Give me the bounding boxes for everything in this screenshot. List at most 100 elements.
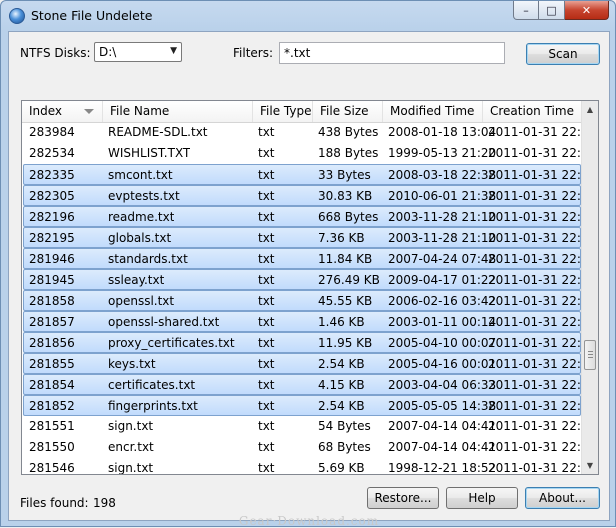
- cell-file-name: ssleay.txt: [108, 273, 165, 287]
- cell-file-name: sign.txt: [108, 461, 154, 475]
- cell-creation-time: 2011-01-31 22:57: [488, 273, 597, 287]
- disk-select[interactable]: D:\ ▼: [94, 42, 182, 62]
- cell-creation-time: 2011-01-31 22:57: [488, 419, 597, 433]
- table-row[interactable]: 281855 keys.txt txt 2.54 KB 2005-04-16 00:01…: [23, 353, 596, 374]
- cell-creation-time: 2011-01-31 22:57: [488, 231, 597, 245]
- restore-button[interactable]: Restore...: [367, 487, 439, 509]
- vertical-scrollbar[interactable]: ▲ ▼: [581, 101, 598, 474]
- cell-file-size: 188 Bytes: [318, 146, 379, 160]
- cell-file-type: txt: [258, 419, 275, 433]
- cell-modified-time: 2005-05-05 14:38: [388, 399, 497, 413]
- cell-creation-time: 2011-01-31 22:57: [488, 440, 597, 454]
- cell-modified-time: 2005-04-16 00:01: [388, 357, 497, 371]
- table-row[interactable]: 281854 certificates.txt txt 4.15 KB 2003-04-…: [23, 374, 596, 395]
- cell-modified-time: 2007-04-24 07:48: [388, 252, 497, 266]
- cell-file-size: 438 Bytes: [318, 125, 379, 139]
- main-panel: NTFS Disks: D:\ ▼ Filters: Scan Index Fi…: [8, 31, 610, 528]
- cell-creation-time: 2011-01-31 22:57: [488, 168, 597, 182]
- column-header-creation-time[interactable]: Creation Time: [483, 101, 582, 122]
- cell-index: 281855: [29, 357, 75, 371]
- cell-file-size: 5.69 KB: [318, 461, 365, 475]
- table-row[interactable]: 281858 openssl.txt txt 45.55 KB 2006-02-16 0…: [23, 290, 596, 311]
- minimize-icon: –: [523, 3, 529, 17]
- cell-file-size: 668 Bytes: [318, 210, 379, 224]
- cell-file-type: txt: [258, 315, 275, 329]
- cell-creation-time: 2011-01-31 22:57: [488, 252, 597, 266]
- cell-modified-time: 2008-03-18 22:38: [388, 168, 497, 182]
- table-row[interactable]: 281852 fingerprints.txt txt 2.54 KB 2005-05-…: [23, 395, 596, 416]
- table-row[interactable]: 282305 evptests.txt txt 30.83 KB 2010-06-01 …: [23, 185, 596, 206]
- cell-index: 281945: [29, 273, 75, 287]
- cell-index: 281858: [29, 294, 75, 308]
- minimize-button[interactable]: –: [513, 1, 539, 20]
- cell-modified-time: 1998-12-21 18:52: [388, 461, 497, 475]
- column-header-file-size[interactable]: File Size: [313, 101, 383, 122]
- cell-file-name: encr.txt: [108, 440, 154, 454]
- table-row[interactable]: 281857 openssl-shared.txt txt 1.46 KB 2003-0…: [23, 311, 596, 332]
- file-list[interactable]: Index File Name File Type File Size Modi…: [21, 100, 599, 475]
- scroll-up-icon[interactable]: ▲: [582, 101, 598, 118]
- table-row[interactable]: 283984 README-SDL.txt txt 438 Bytes 2008-01-…: [23, 122, 596, 143]
- cell-index: 282305: [29, 189, 75, 203]
- cell-file-name: openssl-shared.txt: [108, 315, 220, 329]
- cell-index: 282196: [29, 210, 75, 224]
- cell-file-size: 11.95 KB: [318, 336, 373, 350]
- cell-file-name: openssl.txt: [108, 294, 175, 308]
- filter-input[interactable]: [279, 42, 505, 64]
- column-header-file-type[interactable]: File Type: [253, 101, 313, 122]
- cell-index: 281550: [29, 440, 75, 454]
- column-header-index[interactable]: Index: [22, 101, 103, 122]
- table-row[interactable]: 282196 readme.txt txt 668 Bytes 2003-11-28 2…: [23, 206, 596, 227]
- cell-file-type: txt: [258, 336, 275, 350]
- cell-file-type: txt: [258, 168, 275, 182]
- cell-file-name: keys.txt: [108, 357, 156, 371]
- cell-creation-time: 2011-01-31 22:57: [488, 378, 597, 392]
- cell-file-size: 33 Bytes: [318, 168, 371, 182]
- table-row[interactable]: 281946 standards.txt txt 11.84 KB 2007-04-24…: [23, 248, 596, 269]
- table-row[interactable]: 281546 sign.txt txt 5.69 KB 1998-12-21 18:52…: [23, 458, 596, 475]
- table-row[interactable]: 281945 ssleay.txt txt 276.49 KB 2009-04-17 0…: [23, 269, 596, 290]
- maximize-button[interactable]: □: [539, 1, 565, 20]
- scroll-down-icon[interactable]: ▼: [582, 457, 598, 474]
- cell-file-type: txt: [258, 252, 275, 266]
- scan-button[interactable]: Scan: [526, 43, 600, 65]
- cell-index: 281856: [29, 336, 75, 350]
- cell-modified-time: 2007-04-14 04:41: [388, 419, 497, 433]
- table-row[interactable]: 282335 smcont.txt txt 33 Bytes 2008-03-18 22…: [23, 164, 596, 185]
- cell-file-type: txt: [258, 189, 275, 203]
- files-found-count: 198: [93, 496, 116, 510]
- cell-file-size: 2.54 KB: [318, 357, 365, 371]
- cell-index: 281551: [29, 419, 75, 433]
- column-header-file-name[interactable]: File Name: [103, 101, 253, 122]
- column-header-modified-time[interactable]: Modified Time: [383, 101, 483, 122]
- cell-index: 282195: [29, 231, 75, 245]
- cell-file-type: txt: [258, 294, 275, 308]
- table-row[interactable]: 281856 proxy_certificates.txt txt 11.95 KB 2…: [23, 332, 596, 353]
- cell-file-type: txt: [258, 273, 275, 287]
- scrollbar-thumb[interactable]: [584, 340, 596, 371]
- table-row[interactable]: 281550 encr.txt txt 68 Bytes 2007-04-14 04:4…: [23, 437, 596, 458]
- cell-modified-time: 2003-01-11 00:14: [388, 315, 497, 329]
- close-button[interactable]: ✕: [565, 1, 609, 20]
- cell-modified-time: 2005-04-10 00:07: [388, 336, 497, 350]
- list-header: Index File Name File Type File Size Modi…: [22, 101, 582, 123]
- table-row[interactable]: 282534 WISHLIST.TXT txt 188 Bytes 1999-05-13…: [23, 143, 596, 164]
- grip-line: [588, 354, 593, 356]
- cell-file-name: README-SDL.txt: [108, 125, 208, 139]
- grip-line: [588, 351, 593, 353]
- cell-index: 281857: [29, 315, 75, 329]
- cell-modified-time: 2003-11-28 21:10: [388, 210, 497, 224]
- table-row[interactable]: 281551 sign.txt txt 54 Bytes 2007-04-14 04:4…: [23, 416, 596, 437]
- close-icon: ✕: [581, 3, 592, 17]
- chevron-down-icon[interactable]: ▼: [170, 46, 177, 56]
- help-button[interactable]: Help: [446, 487, 518, 509]
- cell-index: 283984: [29, 125, 75, 139]
- cell-file-type: txt: [258, 378, 275, 392]
- title-bar[interactable]: Stone File Undelete – □ ✕: [1, 1, 615, 31]
- table-row[interactable]: 282195 globals.txt txt 7.36 KB 2003-11-28 21…: [23, 227, 596, 248]
- about-button[interactable]: About...: [525, 487, 600, 509]
- cell-creation-time: 2011-01-31 22:57: [488, 294, 597, 308]
- cell-file-type: txt: [258, 146, 275, 160]
- cell-file-name: globals.txt: [108, 231, 172, 245]
- cell-file-name: evptests.txt: [108, 189, 180, 203]
